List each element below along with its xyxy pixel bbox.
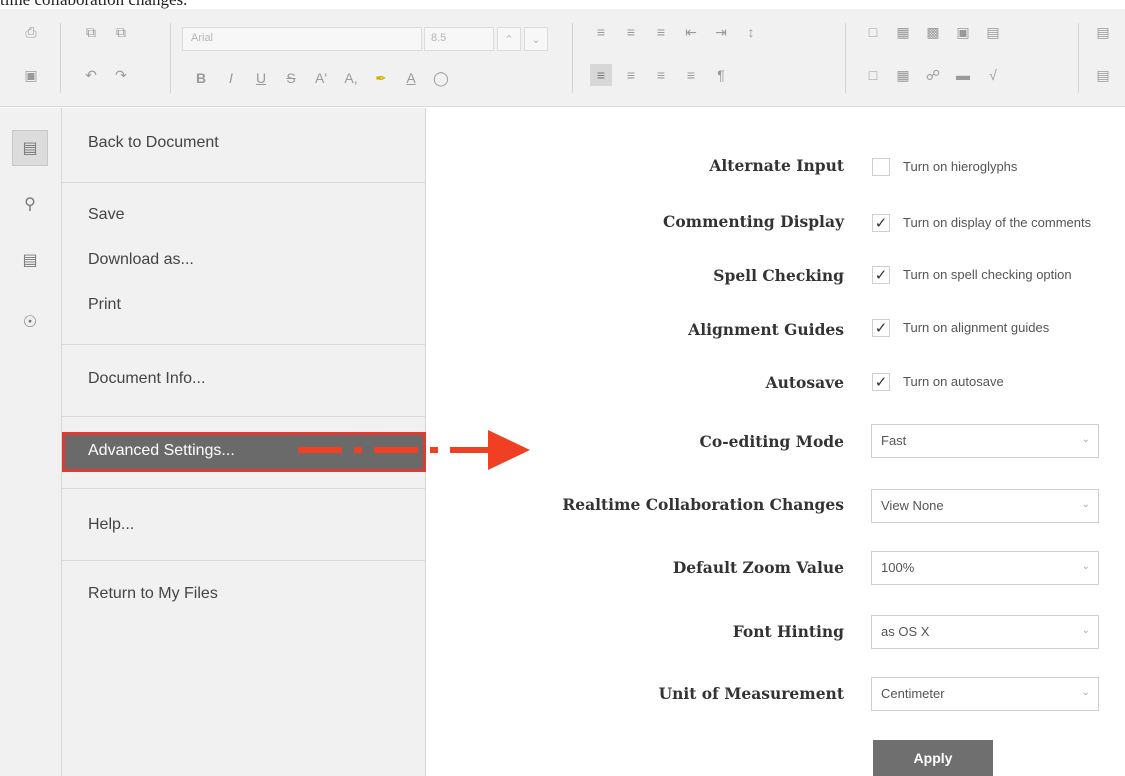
spell-checking-option: Turn on spell checking option [903,267,1072,282]
insert-textbox-icon[interactable]: ▣ [952,21,974,43]
paragraph-icon[interactable]: ¶ [710,64,732,86]
default-zoom-select[interactable]: 100% ⌄ [871,551,1099,585]
unit-of-measurement-select[interactable]: Centimeter ⌄ [871,677,1099,711]
coediting-mode-value: Fast [881,433,907,448]
insert-formula-icon[interactable]: √ [982,64,1004,86]
default-zoom-label: Default Zoom Value [672,558,844,577]
bold-icon[interactable]: B [190,67,212,89]
menu-item-return-to-my-files[interactable]: Return to My Files [88,585,218,603]
numbered-list-icon[interactable]: ≡ [620,21,642,43]
font-name-select[interactable]: Arial [182,27,422,51]
alignment-guides-option: Turn on alignment guides [903,320,1050,335]
comments-icon[interactable]: ▤ [12,242,48,278]
commenting-display-checkbox[interactable]: ✓ [872,214,890,232]
autosave-label: Autosave [765,373,844,392]
background-color-icon[interactable]: ◯ [430,67,452,89]
alternate-input-option: Turn on hieroglyphs [903,159,1018,174]
realtime-changes-select[interactable]: View None ⌄ [871,489,1099,523]
underline-icon[interactable]: U [250,67,272,89]
menu-item-download-as[interactable]: Download as... [88,251,194,269]
insert-image-icon[interactable]: ▦ [892,21,914,43]
multilevel-list-icon[interactable]: ≡ [650,21,672,43]
save-icon[interactable]: ▣ [20,64,42,86]
editor-toolbar: ⎙ ▣ ⧉ ⧉ ↶ ↷ Arial 8.5 ⌃ ⌄ B I U S A' A, … [0,9,1125,107]
insert-link-icon[interactable]: ☍ [922,64,944,86]
insert-shape-icon[interactable]: □ [862,64,884,86]
user-icon[interactable]: ☉ [12,304,48,340]
autosave-checkbox[interactable]: ✓ [872,373,890,391]
strikethrough-icon[interactable]: S [280,67,302,89]
font-size-select[interactable]: 8.5 [424,27,494,51]
align-center-icon[interactable]: ≡ [620,64,642,86]
insert-page-break-icon[interactable]: □ [862,21,884,43]
font-color-icon[interactable]: A [400,67,422,89]
alignment-guides-checkbox[interactable]: ✓ [872,319,890,337]
spell-checking-checkbox[interactable]: ✓ [872,266,890,284]
print-icon[interactable]: ⎙ [20,21,42,43]
alternate-input-label: Alternate Input [709,156,844,175]
autosave-option: Turn on autosave [903,374,1004,389]
italic-icon[interactable]: I [220,67,242,89]
chevron-down-icon: ⌄ [1081,561,1090,572]
insert-table-icon[interactable]: ▦ [892,64,914,86]
spell-checking-label: Spell Checking [713,266,844,285]
alignment-guides-label: Alignment Guides [688,320,844,339]
alternate-input-checkbox[interactable] [872,158,890,176]
realtime-changes-label: Realtime Collaboration Changes [562,495,844,514]
bullet-list-icon[interactable]: ≡ [590,21,612,43]
header-footer-icon[interactable]: ▤ [982,21,1004,43]
menu-item-document-info[interactable]: Document Info... [88,370,205,388]
coediting-mode-label: Co-editing Mode [699,432,844,451]
redo-icon[interactable]: ↷ [110,64,132,86]
menu-item-save[interactable]: Save [88,206,124,224]
increase-indent-icon[interactable]: ⇥ [710,21,732,43]
copy-style-icon[interactable]: ▤ [1092,21,1114,43]
chevron-down-icon: ⌄ [1081,434,1090,445]
chevron-down-icon: ⌄ [1081,625,1090,636]
menu-item-help[interactable]: Help... [88,516,134,534]
clear-style-icon[interactable]: ▤ [1092,64,1114,86]
font-hinting-label: Font Hinting [732,622,844,641]
check-icon: ✓ [874,374,888,391]
chevron-down-icon: ⌄ [1081,499,1090,510]
highlight-color-icon[interactable]: ✒ [370,67,392,89]
insert-chart-icon[interactable]: ▩ [922,21,944,43]
realtime-changes-value: View None [881,498,944,513]
align-right-icon[interactable]: ≡ [650,64,672,86]
align-left-icon[interactable]: ≡ [590,64,612,86]
check-icon: ✓ [874,267,888,284]
menu-item-print[interactable]: Print [88,296,121,314]
file-menu-icon[interactable]: ▤ [12,130,48,166]
caption-text: time collaboration changes. [0,0,187,9]
increase-font-icon[interactable]: ⌃ [497,27,521,51]
menu-item-advanced-settings-label: Advanced Settings... [88,442,235,459]
justify-icon[interactable]: ≡ [680,64,702,86]
decrease-font-icon[interactable]: ⌄ [524,27,548,51]
paste-icon[interactable]: ⧉ [110,21,132,43]
coediting-mode-select[interactable]: Fast ⌄ [871,424,1099,458]
chevron-down-icon: ⌄ [1081,687,1090,698]
undo-icon[interactable]: ↶ [80,64,102,86]
commenting-display-label: Commenting Display [663,212,844,231]
unit-of-measurement-value: Centimeter [881,686,945,701]
font-hinting-value: as OS X [881,624,930,639]
check-icon: ✓ [874,215,888,232]
commenting-display-option: Turn on display of the comments [903,215,1092,230]
font-hinting-select[interactable]: as OS X ⌄ [871,615,1099,649]
line-spacing-icon[interactable]: ↕ [740,21,762,43]
apply-button[interactable]: Apply [873,740,993,776]
unit-of-measurement-label: Unit of Measurement [658,684,844,703]
menu-item-back-to-document[interactable]: Back to Document [88,134,219,152]
search-icon[interactable]: ⚲ [12,186,48,222]
subscript-icon[interactable]: A, [340,67,362,89]
check-icon: ✓ [874,320,888,337]
default-zoom-value: 100% [881,560,915,575]
left-sidebar: ▤ ⚲ ▤ ☉ [0,108,62,776]
decrease-indent-icon[interactable]: ⇤ [680,21,702,43]
superscript-icon[interactable]: A' [310,67,332,89]
copy-icon[interactable]: ⧉ [80,21,102,43]
advanced-settings-panel: Alternate Input Turn on hieroglyphs Comm… [426,108,1125,776]
insert-comment-icon[interactable]: ▬ [952,64,974,86]
